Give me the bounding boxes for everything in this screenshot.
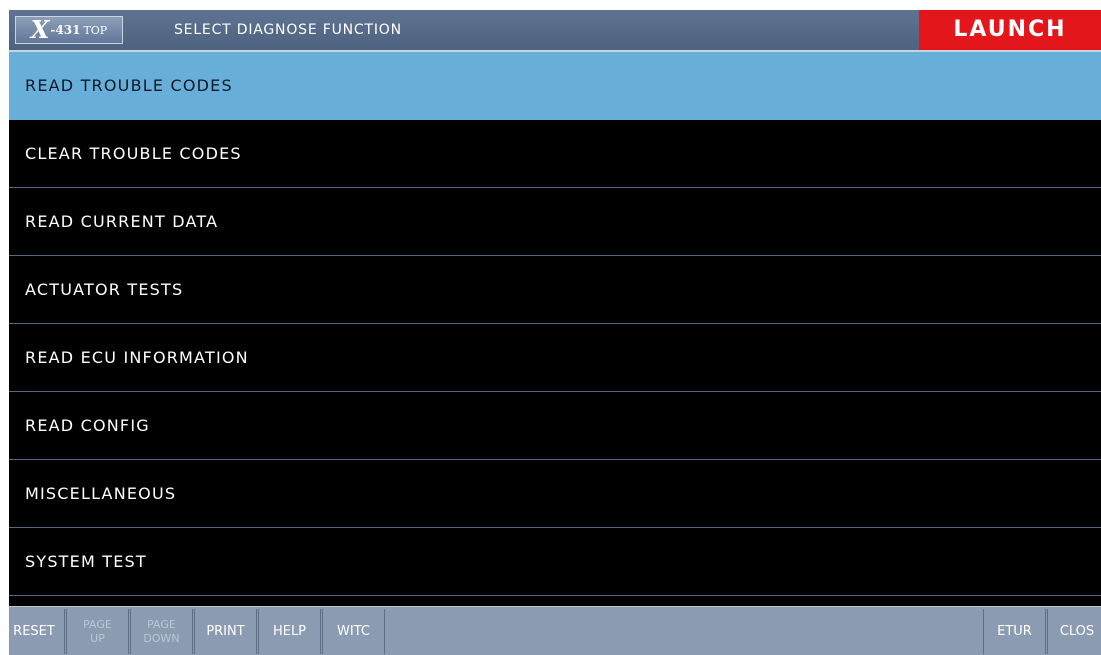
menu-item-read-trouble-codes[interactable]: READ TROUBLE CODES [9,52,1101,120]
launch-brand-logo: LAUNCH [919,10,1101,50]
function-menu: READ TROUBLE CODES CLEAR TROUBLE CODES R… [9,52,1101,596]
page-down-label-2: DOWN [143,631,180,645]
page-title: SELECT DIAGNOSE FUNCTION [174,22,402,38]
page-down-label-1: PAGE [147,617,176,631]
close-button[interactable]: CLOS [1047,609,1101,654]
menu-item-system-test[interactable]: SYSTEM TEST [9,528,1101,596]
title-bar: X -431 TOP SELECT DIAGNOSE FUNCTION LAUNCH [9,10,1101,52]
page-up-button[interactable]: PAGE UP [66,609,129,654]
print-button[interactable]: PRINT [194,609,257,654]
menu-item-read-ecu-information[interactable]: READ ECU INFORMATION [9,324,1101,392]
logo-model: -431 [50,23,81,37]
reset-button[interactable]: RESET [9,609,65,654]
help-button[interactable]: HELP [258,609,321,654]
x431-logo: X -431 TOP [15,16,123,44]
menu-item-read-current-data[interactable]: READ CURRENT DATA [9,188,1101,256]
page-up-label-1: PAGE [83,617,112,631]
logo-x: X [30,15,50,44]
menu-item-miscellaneous[interactable]: MISCELLANEOUS [9,460,1101,528]
switch-button[interactable]: WITC [322,609,385,654]
menu-item-actuator-tests[interactable]: ACTUATOR TESTS [9,256,1101,324]
return-button[interactable]: ETUR [983,609,1046,654]
menu-item-read-config[interactable]: READ CONFIG [9,392,1101,460]
diagnose-screen: X -431 TOP SELECT DIAGNOSE FUNCTION LAUNCH… [9,10,1101,655]
menu-item-clear-trouble-codes[interactable]: CLEAR TROUBLE CODES [9,120,1101,188]
footer-toolbar: RESET PAGE UP PAGE DOWN PRINT HELP WITC … [9,606,1101,655]
page-down-button[interactable]: PAGE DOWN [130,609,193,654]
page-up-label-2: UP [90,631,105,645]
logo-suffix: TOP [83,23,108,37]
